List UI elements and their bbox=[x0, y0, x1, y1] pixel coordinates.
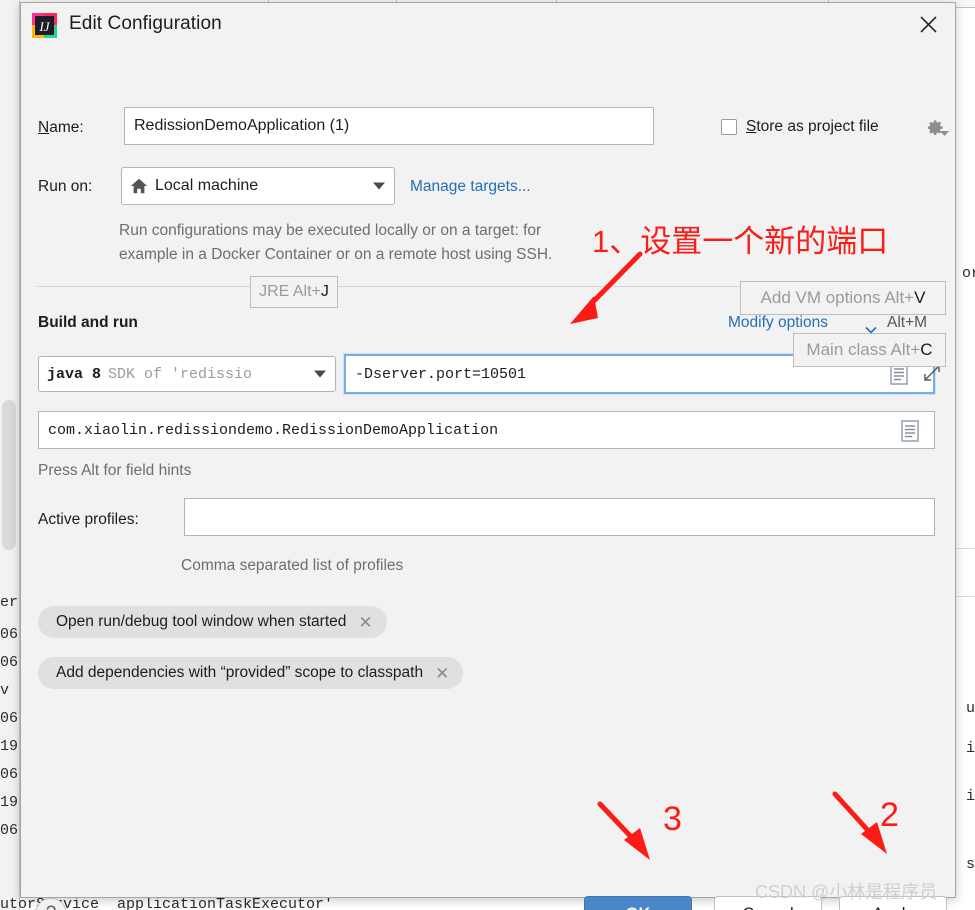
checkbox-box bbox=[721, 119, 737, 135]
chevron-down-icon bbox=[314, 370, 326, 378]
dialog-body: Name: RedissionDemoApplication (1) Store… bbox=[21, 49, 955, 910]
active-profiles-label: Active profiles: bbox=[38, 511, 139, 528]
chip-label: Open run/debug tool window when started bbox=[56, 613, 347, 630]
svg-text:IJ: IJ bbox=[38, 19, 50, 34]
console-text-fragment: u bbox=[966, 700, 975, 717]
build-and-run-title: Build and run bbox=[38, 314, 138, 331]
screen-root: er 06 06 v 06 19 06 19 06 utorService application… bbox=[0, 0, 975, 910]
console-text-fragment: v bbox=[0, 682, 10, 699]
run-on-hint-line-2: example in a Docker Container or on a re… bbox=[119, 246, 553, 263]
jre-tooltip-key: J bbox=[320, 283, 329, 300]
edit-configuration-dialog: IJ Edit Configuration Name: RedissionDem… bbox=[20, 2, 956, 910]
active-profiles-input[interactable] bbox=[184, 498, 935, 536]
close-icon[interactable] bbox=[905, 3, 951, 45]
name-input[interactable]: RedissionDemoApplication (1) bbox=[124, 107, 654, 145]
ok-button-label: OK bbox=[626, 905, 651, 910]
store-as-project-file-checkbox[interactable]: Store as project file bbox=[721, 118, 879, 136]
main-class-tooltip-text: Main class Alt+ bbox=[806, 340, 921, 359]
jre-combo[interactable]: java 8 SDK of 'redissio bbox=[38, 356, 336, 392]
console-text-fragment: 06 bbox=[0, 710, 19, 727]
active-profiles-hint: Comma separated list of profiles bbox=[181, 557, 404, 574]
background-rule bbox=[956, 596, 975, 597]
jre-value-dim: SDK of 'redissio bbox=[108, 365, 253, 383]
home-icon bbox=[130, 177, 148, 195]
console-text-fragment: i bbox=[966, 740, 975, 757]
main-class-tooltip: Main class Alt+ C bbox=[793, 333, 946, 367]
gear-icon[interactable] bbox=[925, 117, 949, 143]
console-text-fragment: 06 bbox=[0, 654, 19, 671]
chip-label: Add dependencies with “provided” scope t… bbox=[56, 664, 424, 681]
jre-tooltip-text: JRE Alt+ bbox=[259, 283, 321, 300]
console-text-fragment: 06 bbox=[0, 766, 19, 783]
modify-options-link[interactable]: Modify options bbox=[728, 314, 828, 332]
console-text-fragment: 06 bbox=[0, 626, 19, 643]
apply-button-label: Apply bbox=[872, 905, 913, 910]
name-label: Name: bbox=[38, 119, 84, 136]
close-icon[interactable]: ✕ bbox=[358, 614, 372, 631]
csdn-watermark: CSDN @小林是程序员 bbox=[755, 882, 938, 902]
console-text-fragment: i bbox=[966, 788, 975, 805]
run-on-hint: Run configurations may be executed local… bbox=[119, 219, 739, 267]
question-mark-icon: ? bbox=[46, 903, 57, 910]
vm-options-tooltip-key: V bbox=[914, 288, 926, 307]
option-chip-provided-scope[interactable]: Add dependencies with “provided” scope t… bbox=[38, 657, 464, 689]
jre-value-bold: java 8 bbox=[47, 365, 102, 383]
console-text-fragment: 19 bbox=[0, 738, 19, 755]
vm-options-tooltip: Add VM options Alt+ V bbox=[740, 281, 946, 315]
cancel-button-label: Cancel bbox=[742, 905, 793, 910]
run-on-value: Local machine bbox=[155, 177, 259, 194]
run-on-hint-line-1: Run configurations may be executed local… bbox=[119, 222, 542, 239]
run-on-combo[interactable]: Local machine bbox=[121, 167, 395, 205]
chevron-down-icon bbox=[373, 182, 385, 190]
close-icon[interactable]: ✕ bbox=[435, 665, 449, 682]
editor-scrollbar[interactable] bbox=[2, 400, 16, 550]
dialog-title: Edit Configuration bbox=[69, 13, 222, 34]
main-class-tooltip-key: C bbox=[920, 340, 933, 359]
ok-button[interactable]: OK bbox=[584, 896, 692, 910]
main-class-input[interactable]: com.xiaolin.redissiondemo.RedissionDemoA… bbox=[38, 411, 935, 449]
field-hints-text: Press Alt for field hints bbox=[38, 462, 192, 479]
console-text-fragment: or bbox=[962, 265, 975, 282]
vm-options-value: -Dserver.port=10501 bbox=[355, 365, 527, 383]
console-text-fragment: s bbox=[966, 856, 975, 873]
main-class-value: com.xiaolin.redissiondemo.RedissionDemoA… bbox=[48, 421, 499, 439]
dialog-titlebar: IJ Edit Configuration bbox=[21, 3, 955, 49]
modify-options-shortcut: Alt+M bbox=[887, 314, 928, 331]
console-text-fragment: 19 bbox=[0, 794, 19, 811]
option-chip-run-debug-window[interactable]: Open run/debug tool window when started … bbox=[38, 606, 387, 638]
store-as-project-file-label: Store as project file bbox=[746, 118, 879, 135]
console-text-fragment: 06 bbox=[0, 822, 19, 839]
console-text-fragment: er bbox=[0, 594, 19, 611]
vm-options-tooltip-text: Add VM options Alt+ bbox=[760, 288, 915, 307]
intellij-idea-icon: IJ bbox=[31, 12, 58, 39]
jre-tooltip: JRE Alt+ J bbox=[250, 276, 338, 308]
modify-options-label: Modify options bbox=[728, 314, 828, 331]
background-rule bbox=[956, 548, 975, 549]
name-input-value: RedissionDemoApplication (1) bbox=[134, 117, 350, 134]
multiline-editor-icon[interactable] bbox=[898, 418, 922, 444]
run-on-label: Run on: bbox=[38, 178, 93, 195]
manage-targets-link[interactable]: Manage targets... bbox=[410, 178, 531, 196]
